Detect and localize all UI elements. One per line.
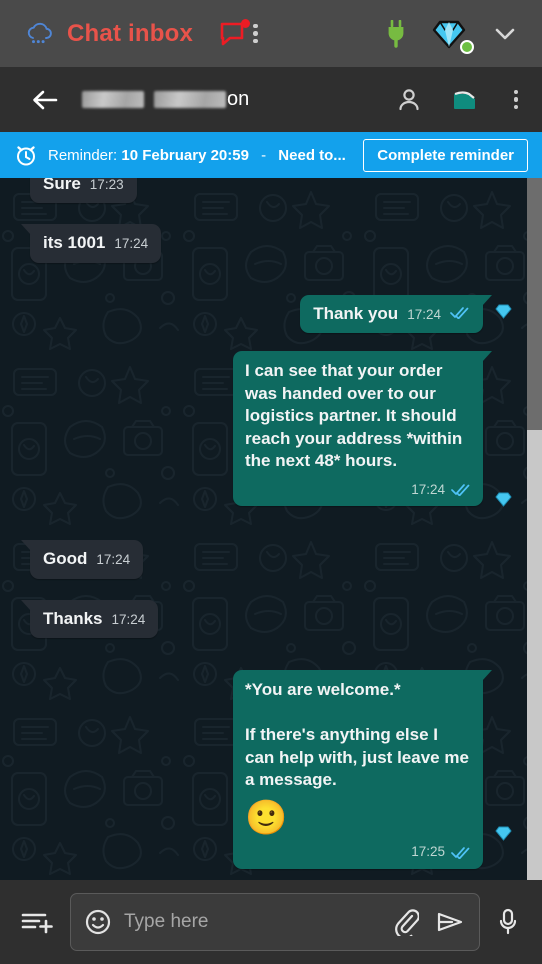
message-list[interactable]: Sure 17:23 its 1001 17:24 Thank you 17:2… xyxy=(0,178,542,880)
reminder-note: Need to... xyxy=(278,146,346,164)
message-time: 17:25 xyxy=(411,844,445,860)
reminder-text: Reminder: 10 February 20:59 - Need to... xyxy=(48,147,346,164)
message-row: *You are welcome.* If there's anything e… xyxy=(30,670,512,870)
paperclip-icon[interactable] xyxy=(393,908,419,936)
folder-tag-icon[interactable] xyxy=(450,87,480,113)
message-text: I can see that your order was handed ove… xyxy=(245,361,463,471)
notification-dot xyxy=(241,18,250,28)
message-time: 17:24 xyxy=(111,611,146,627)
diamond-icon xyxy=(495,825,512,842)
online-status-dot xyxy=(460,39,474,54)
message-meta: 17:24 xyxy=(245,481,471,499)
message-time: 17:24 xyxy=(411,481,445,497)
message-bubble-outgoing[interactable]: Thank you 17:24 xyxy=(300,294,492,334)
message-text: *You are welcome.* If there's anything e… xyxy=(245,680,469,789)
message-text: Sure xyxy=(43,178,81,193)
conversation-more-vertical-icon[interactable] xyxy=(508,86,525,114)
diamond-icon xyxy=(495,491,512,508)
message-row: Thank you 17:24 xyxy=(30,294,512,334)
diamond-icon xyxy=(495,303,512,320)
redacted-name-part-2 xyxy=(154,91,226,108)
message-text: Thanks xyxy=(43,608,103,628)
message-text: Good xyxy=(43,549,88,569)
composer-actions xyxy=(393,908,465,936)
message-row: Thanks 17:24 xyxy=(20,599,512,639)
read-receipt-icon xyxy=(450,305,470,319)
emoji-smiley: 🙂 xyxy=(245,799,288,838)
chat-area: Sure 17:23 its 1001 17:24 Thank you 17:2… xyxy=(0,178,542,880)
contact-name: on xyxy=(82,88,249,111)
cloud-dots-icon xyxy=(26,22,56,46)
message-time: 17:23 xyxy=(89,178,124,192)
top-app-bar: Chat inbox xyxy=(0,0,542,67)
reminder-datetime: 10 February 20:59 xyxy=(121,146,249,164)
message-meta: 17:25 xyxy=(245,843,471,861)
message-input[interactable] xyxy=(124,911,381,933)
emoji-smiley-icon[interactable] xyxy=(84,908,112,936)
message-time: 17:24 xyxy=(114,236,149,252)
appbar-right-icons xyxy=(386,18,524,54)
message-row: I can see that your order was handed ove… xyxy=(30,351,512,508)
message-text: Thank you xyxy=(313,303,399,323)
message-row: Good 17:24 xyxy=(20,540,512,579)
message-bubble-incoming[interactable]: Thanks 17:24 xyxy=(20,599,159,639)
message-bubble-incoming[interactable]: its 1001 17:24 xyxy=(20,224,162,263)
message-composer xyxy=(0,880,542,964)
message-bubble-incoming[interactable]: Good 17:24 xyxy=(20,540,144,579)
green-plug-icon[interactable] xyxy=(386,19,406,48)
chat-scrollbar[interactable] xyxy=(527,178,542,880)
message-time: 17:24 xyxy=(96,552,131,568)
complete-reminder-button[interactable]: Complete reminder xyxy=(363,138,528,172)
message-time: 17:24 xyxy=(407,306,441,322)
read-receipt-icon xyxy=(451,482,471,497)
reminder-label: Reminder: xyxy=(48,146,118,164)
message-row: Sure 17:23 xyxy=(30,178,512,204)
read-receipt-icon xyxy=(451,845,471,860)
chat-scrollbar-thumb[interactable] xyxy=(527,178,542,430)
brand-title: Chat inbox xyxy=(67,19,193,47)
send-icon[interactable] xyxy=(435,908,465,936)
message-text: its 1001 xyxy=(43,233,106,253)
reminder-separator: - xyxy=(261,146,267,164)
message-bubble-outgoing[interactable]: I can see that your order was handed ove… xyxy=(233,351,492,507)
brand: Chat inbox xyxy=(26,20,193,48)
message-bubble-outgoing[interactable]: *You are welcome.* If there's anything e… xyxy=(233,670,492,870)
alarm-clock-icon xyxy=(14,143,38,167)
diamond-icon[interactable] xyxy=(432,18,474,54)
person-icon[interactable] xyxy=(396,87,422,113)
microphone-icon[interactable] xyxy=(488,907,528,937)
message-row: its 1001 17:24 xyxy=(20,224,512,263)
chat-app-window: Chat inbox on Reminder: 10 February 20:5… xyxy=(0,0,542,964)
conversation-header-actions xyxy=(396,86,529,114)
composer-field[interactable] xyxy=(70,893,480,951)
conversation-header: on xyxy=(0,67,542,132)
redacted-name-part-1 xyxy=(82,91,144,108)
speech-bubble-icon[interactable] xyxy=(219,18,250,47)
reminder-banner: Reminder: 10 February 20:59 - Need to...… xyxy=(0,132,542,178)
message-bubble-incoming[interactable]: Sure 17:23 xyxy=(30,178,137,204)
back-arrow-icon[interactable] xyxy=(30,88,60,112)
contact-name-suffix: on xyxy=(227,88,250,110)
add-to-list-icon[interactable] xyxy=(12,907,62,937)
chevron-down-icon[interactable] xyxy=(492,24,518,44)
